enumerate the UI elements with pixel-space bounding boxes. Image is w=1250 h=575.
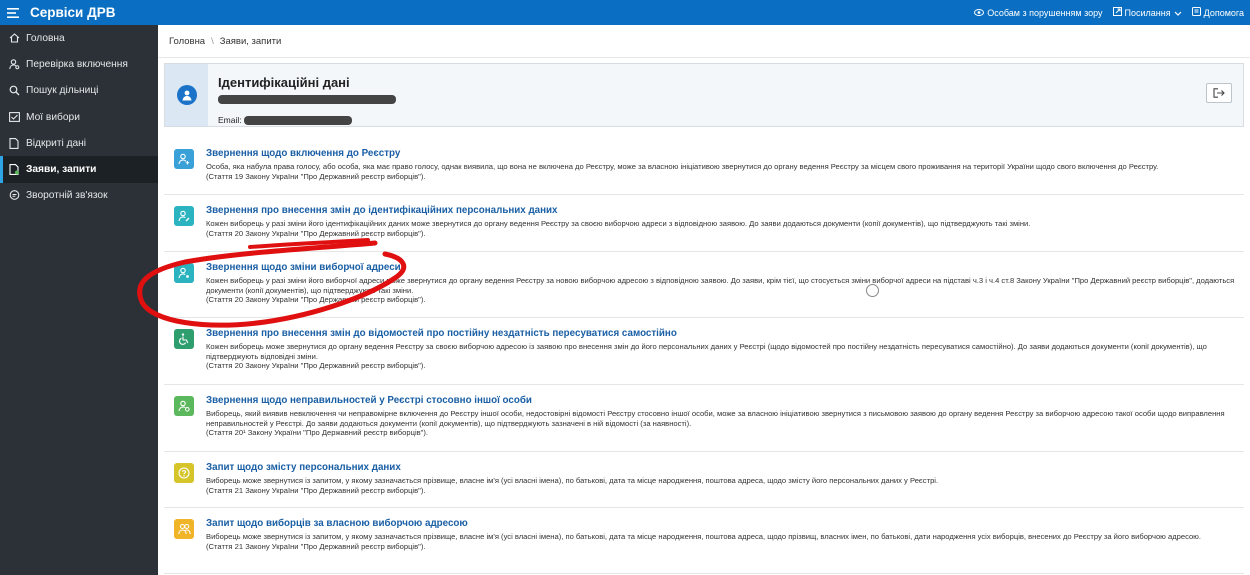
help-icon: [1191, 7, 1201, 18]
request-description: Кожен виборець у разі зміни його виборчо…: [206, 276, 1235, 295]
sidebar-item-label: Відкриті дані: [26, 137, 87, 149]
identity-title: Ідентифікаційні дані: [218, 75, 350, 90]
breadcrumb-separator: \: [211, 35, 214, 47]
sidebar-item-my-elections[interactable]: Мої вибори: [0, 104, 158, 130]
email-label: Email:: [218, 115, 242, 125]
list-item[interactable]: Звернення про внесення змін до ідентифік…: [164, 195, 1244, 252]
sidebar: Головна Перевірка включення Пошук дільни…: [0, 25, 158, 575]
chevron-down-icon: [1174, 8, 1182, 18]
search-icon: [8, 85, 20, 97]
links-dropdown[interactable]: Посилання: [1112, 7, 1182, 18]
breadcrumb-current: Заяви, запити: [219, 35, 282, 47]
request-title[interactable]: Звернення про внесення змін до ідентифік…: [206, 204, 1236, 217]
request-description: Кожен виборець у разі зміни його ідентиф…: [206, 219, 1031, 228]
request-description: Кожен виборець може звернутися до органу…: [206, 342, 1207, 361]
sidebar-item-label: Зворотній зв'язок: [26, 190, 108, 202]
redacted-name: [218, 91, 396, 109]
request-description: Особа, яка набула права голосу, або особ…: [206, 162, 1159, 171]
avatar: [176, 85, 197, 105]
user-location-icon: [174, 263, 194, 283]
list-item[interactable]: Звернення щодо зміни виборчої адреси Кож…: [164, 252, 1244, 318]
app-title[interactable]: Сервіси ДРВ: [30, 5, 115, 20]
request-title[interactable]: Звернення щодо включення до Реєстру: [206, 147, 1236, 160]
list-item[interactable]: Звернення щодо включення до Реєстру Особ…: [164, 138, 1244, 195]
accessibility-link-label: Особам з порушенням зору: [987, 7, 1103, 18]
request-title[interactable]: Звернення щодо зміни виборчої адреси: [206, 261, 1236, 274]
logout-button[interactable]: [1206, 83, 1232, 103]
sidebar-item-label: Заяви, запити: [26, 164, 97, 176]
links-dropdown-label: Посилання: [1124, 7, 1171, 18]
document-icon: [8, 164, 20, 176]
main-content: Головна \ Заяви, запити Ідентифікаційні …: [158, 25, 1250, 575]
user-plus-icon: [174, 149, 194, 169]
request-law-reference: (Стаття 20 Закону України "Про Державний…: [206, 361, 426, 371]
list-item[interactable]: Запит щодо змісту персональних даних Виб…: [164, 452, 1244, 508]
list-item[interactable]: Звернення щодо неправильностей у Реєстрі…: [164, 385, 1244, 452]
sidebar-item-label: Мої вибори: [26, 111, 80, 123]
breadcrumb: Головна \ Заяви, запити: [158, 25, 1250, 58]
request-description: Виборець може звернутися із запитом, у я…: [206, 476, 939, 485]
sidebar-item-check-inclusion[interactable]: Перевірка включення: [0, 51, 158, 77]
request-title[interactable]: Звернення про внесення змін до відомосте…: [206, 327, 1236, 340]
request-description: Виборець, який виявив невключення чи неп…: [206, 409, 1225, 428]
list-item[interactable]: Запит щодо виборців за власною виборчою …: [164, 508, 1244, 574]
sidebar-item-open-data[interactable]: Відкриті дані: [0, 130, 158, 156]
help-link[interactable]: Допомога: [1191, 7, 1244, 18]
loading-cursor-icon: [866, 284, 879, 297]
identity-email: Email:: [218, 115, 396, 125]
breadcrumb-home-link[interactable]: Головна: [169, 36, 205, 47]
request-law-reference: (Стаття 20¹ Закону України "Про Державни…: [206, 428, 429, 438]
user-search-icon: [8, 58, 20, 70]
sidebar-item-label: Головна: [26, 32, 65, 44]
request-law-reference: (Стаття 19 Закону України "Про Державний…: [206, 171, 426, 181]
wheelchair-icon: [174, 329, 194, 349]
top-bar: Сервіси ДРВ Особам з порушенням зору Пос…: [0, 0, 1250, 25]
request-law-reference: (Стаття 20 Закону України "Про Державний…: [206, 228, 426, 238]
feedback-icon: [8, 190, 20, 202]
request-law-reference: (Стаття 21 Закону України "Про Державний…: [206, 485, 426, 495]
help-link-label: Допомога: [1203, 7, 1244, 18]
avatar-box: [165, 64, 208, 126]
ballot-icon: [8, 111, 20, 123]
home-icon: [8, 32, 20, 44]
question-icon: [174, 463, 194, 483]
request-title[interactable]: Запит щодо змісту персональних даних: [206, 461, 1236, 474]
sidebar-item-label: Пошук дільниці: [26, 85, 99, 97]
redacted-email: [243, 115, 352, 125]
open-data-icon: [8, 137, 20, 149]
request-description: Виборець може звернутися із запитом, у я…: [206, 532, 1201, 541]
sidebar-item-find-precinct[interactable]: Пошук дільниці: [0, 78, 158, 104]
list-item[interactable]: Звернення про внесення змін до відомосте…: [164, 318, 1244, 385]
request-law-reference: (Стаття 20 Закону України "Про Державний…: [206, 295, 426, 305]
user-report-icon: [174, 396, 194, 416]
user-edit-icon: [174, 206, 194, 226]
request-law-reference: (Стаття 21 Закону України "Про Державний…: [206, 541, 426, 551]
request-title[interactable]: Запит щодо виборців за власною виборчою …: [206, 517, 1236, 530]
hamburger-menu-icon[interactable]: [0, 0, 26, 25]
sidebar-item-feedback[interactable]: Зворотній зв'язок: [0, 183, 158, 209]
requests-list: Звернення щодо включення до Реєстру Особ…: [164, 138, 1244, 574]
external-link-icon: [1112, 7, 1122, 18]
identity-card: Ідентифікаційні дані Email:: [164, 63, 1244, 127]
accessibility-link[interactable]: Особам з порушенням зору: [974, 7, 1103, 18]
logout-icon: [1213, 88, 1225, 98]
eye-icon: [974, 8, 985, 18]
sidebar-item-home[interactable]: Головна: [0, 25, 158, 51]
request-title[interactable]: Звернення щодо неправильностей у Реєстрі…: [206, 394, 1236, 407]
user-icon: [182, 90, 191, 101]
sidebar-item-requests[interactable]: Заяви, запити: [0, 156, 158, 183]
users-icon: [174, 519, 194, 539]
sidebar-item-label: Перевірка включення: [26, 58, 128, 70]
